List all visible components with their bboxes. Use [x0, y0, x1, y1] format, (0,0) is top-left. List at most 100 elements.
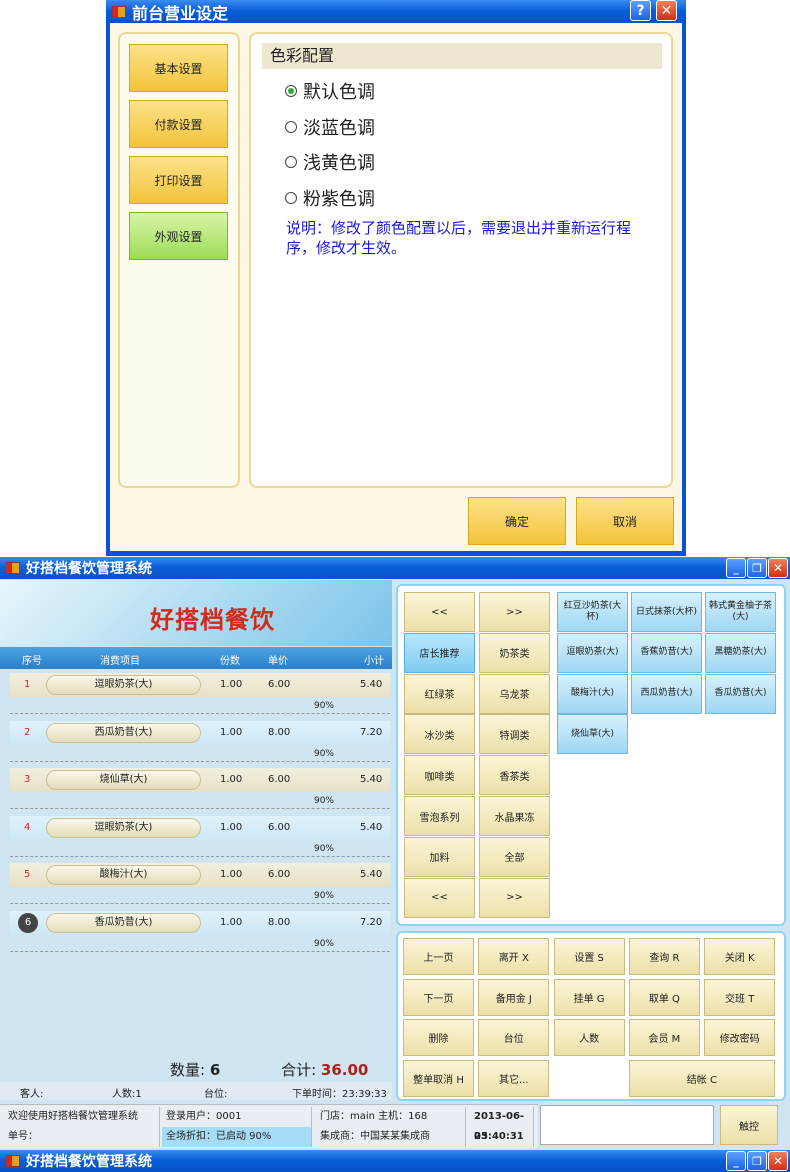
category-button[interactable]: 乌龙茶	[479, 673, 550, 714]
category-button[interactable]: 奶茶类	[479, 632, 550, 673]
radio-light-blue[interactable]: 淡蓝色调	[285, 114, 375, 140]
divider	[10, 903, 390, 904]
category-button[interactable]: 咖啡类	[404, 755, 475, 796]
menu-item-button[interactable]: 日式抹茶(大杯)	[631, 592, 702, 632]
function-button[interactable]: 结帐 C	[628, 1059, 775, 1097]
order-item-button[interactable]: 烧仙草(大)	[46, 770, 201, 790]
table-row[interactable]: 5 酸梅汁(大) 1.00 6.00 5.40	[10, 863, 390, 887]
function-button[interactable]: 挂单 G	[553, 978, 625, 1016]
function-button[interactable]: 下一页	[403, 978, 474, 1016]
restore-icon[interactable]: ❐	[747, 1151, 767, 1171]
app-close-icon[interactable]: ✕	[768, 558, 788, 578]
function-button[interactable]: 会员 M	[628, 1019, 700, 1056]
row-discount-line: 90%	[10, 840, 390, 860]
table-row[interactable]: 3 烧仙草(大) 1.00 6.00 5.40	[10, 768, 390, 792]
dialog-titlebar[interactable]: 前台营业设定	[106, 0, 686, 23]
nav-payment-settings[interactable]: 付款设置	[129, 100, 228, 148]
dialog-title: 前台营业设定	[132, 3, 229, 23]
category-button[interactable]: 特调类	[479, 714, 550, 755]
function-button[interactable]: 其它...	[478, 1059, 550, 1097]
minimize-icon[interactable]: _	[726, 558, 746, 578]
table-row[interactable]: 6 香瓜奶昔(大) 1.00 8.00 7.20	[10, 910, 390, 935]
minimize-icon[interactable]: _	[726, 1151, 746, 1171]
menu-item-button[interactable]: 逗眼奶茶(大)	[557, 632, 628, 673]
category-button[interactable]: 水晶果冻	[479, 796, 550, 836]
function-button[interactable]: 上一页	[403, 938, 474, 975]
menu-item-button[interactable]: 香蕉奶昔(大)	[631, 632, 702, 673]
category-button[interactable]: 店长推荐	[404, 632, 475, 673]
dialog-close-icon[interactable]: ✕	[656, 0, 677, 21]
row-number: 1	[24, 679, 31, 690]
menu-item-button[interactable]: 韩式黄金柚子茶(大)	[705, 592, 776, 632]
row-price: 6.00	[268, 679, 291, 690]
radio-light-yellow[interactable]: 浅黄色调	[285, 149, 375, 175]
category-button[interactable]: <<	[404, 877, 475, 918]
row-qty: 1.00	[220, 774, 243, 785]
app2-titlebar[interactable]: 好搭档餐饮管理系统	[0, 1150, 790, 1172]
table-row[interactable]: 1 逗眼奶茶(大) 1.00 6.00 5.40	[10, 673, 390, 697]
menu-item-button[interactable]: 酸梅汁(大)	[557, 673, 628, 714]
order-item-button[interactable]: 西瓜奶昔(大)	[46, 722, 201, 743]
row-discount-line: 90%	[10, 697, 390, 717]
function-button[interactable]: 设置 S	[553, 938, 625, 975]
divider	[10, 713, 390, 714]
menu-item-button[interactable]: 西瓜奶昔(大)	[631, 673, 702, 714]
ok-button[interactable]: 确定	[468, 497, 566, 545]
function-button[interactable]: 查询 R	[628, 938, 700, 975]
function-button[interactable]: 备用金 J	[478, 978, 550, 1016]
nav-print-settings[interactable]: 打印设置	[129, 156, 228, 204]
cancel-button[interactable]: 取消	[576, 497, 674, 545]
app2-title: 好搭档餐饮管理系统	[26, 1154, 152, 1170]
order-item-button[interactable]: 逗眼奶茶(大)	[46, 817, 201, 838]
order-info-bar: 客人: 人数:1 台位: 下单时间：23:39:33	[0, 1082, 392, 1100]
order-item-button[interactable]: 酸梅汁(大)	[46, 865, 201, 885]
function-button[interactable]: 删除	[403, 1019, 474, 1056]
touch-input-area[interactable]	[540, 1105, 714, 1145]
category-button[interactable]: 香茶类	[479, 755, 550, 796]
row-discount-line: 90%	[10, 745, 390, 765]
restore-icon[interactable]: ❐	[747, 558, 767, 578]
nav-appearance-settings[interactable]: 外观设置	[129, 212, 228, 260]
col-no: 序号	[22, 656, 42, 667]
category-button[interactable]: >>	[479, 592, 550, 632]
menu-item-button[interactable]: 香瓜奶昔(大)	[705, 673, 776, 714]
row-discount: 90%	[313, 748, 334, 759]
function-button[interactable]: 离开 X	[478, 938, 550, 975]
menu-item-button[interactable]: 烧仙草(大)	[557, 714, 628, 755]
app-titlebar[interactable]: 好搭档餐饮管理系统	[0, 557, 790, 579]
menu-item-button[interactable]: 红豆沙奶茶(大杯)	[557, 592, 628, 632]
app-close-icon[interactable]: ✕	[768, 1151, 788, 1171]
nav-basic-settings[interactable]: 基本设置	[129, 44, 228, 92]
function-button[interactable]: 取单 Q	[628, 978, 700, 1016]
category-button[interactable]: <<	[404, 592, 475, 632]
function-button[interactable]: 交班 T	[704, 978, 776, 1016]
order-item-button[interactable]: 香瓜奶昔(大)	[46, 912, 201, 933]
function-button[interactable]: 人数	[553, 1019, 625, 1056]
radio-default-color[interactable]: 默认色调	[285, 78, 375, 104]
order-item-button[interactable]: 逗眼奶茶(大)	[46, 675, 201, 695]
menu-item-button[interactable]: 黑糖奶茶(大)	[705, 632, 776, 673]
row-number: 3	[24, 774, 31, 785]
function-button[interactable]: 关闭 K	[704, 938, 776, 975]
row-number: 6	[18, 912, 38, 933]
category-button[interactable]: 冰沙类	[404, 714, 475, 755]
touch-button[interactable]: 触控	[720, 1105, 778, 1145]
category-button[interactable]: 红绿茶	[404, 673, 475, 714]
col-subtotal: 小计	[364, 656, 384, 667]
category-button[interactable]: 加料	[404, 836, 475, 877]
function-button[interactable]: 台位	[478, 1019, 550, 1056]
total-value: 36.00	[320, 1061, 369, 1079]
function-button[interactable]: 整单取消 H	[403, 1059, 474, 1097]
help-button[interactable]: ?	[630, 0, 651, 21]
row-number: 4	[24, 821, 31, 833]
category-button[interactable]: >>	[479, 877, 550, 918]
function-button[interactable]: 修改密码	[704, 1019, 776, 1056]
table-row[interactable]: 4 逗眼奶茶(大) 1.00 6.00 5.40	[10, 815, 390, 840]
category-button[interactable]: 全部	[479, 836, 550, 877]
category-button[interactable]: 雪泡系列	[404, 796, 475, 836]
radio-pink-purple[interactable]: 粉紫色调	[285, 185, 375, 211]
row-subtotal: 7.20	[360, 726, 383, 738]
order-table-header: 序号 消费项目 份数 单价 小计	[0, 647, 392, 669]
row-qty: 1.00	[220, 726, 243, 738]
table-row[interactable]: 2 西瓜奶昔(大) 1.00 8.00 7.20	[10, 720, 390, 745]
